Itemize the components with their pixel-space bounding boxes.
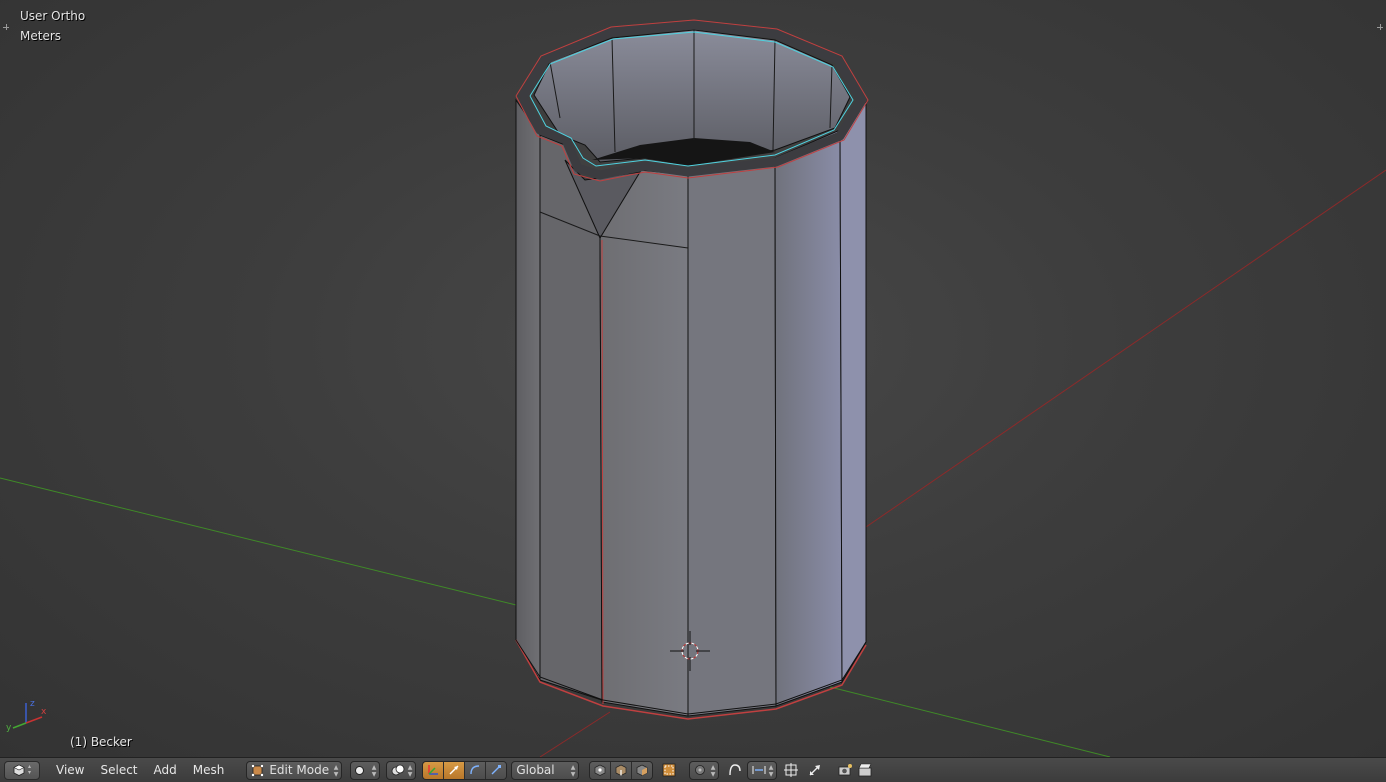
area-split-corner-right[interactable] <box>1377 24 1383 30</box>
manipulator-group <box>422 760 508 780</box>
axis-gizmo-icon: z x y <box>6 699 47 733</box>
dropdown-arrows-icon: ▲ ▼ <box>407 763 413 778</box>
mode-label: Edit Mode <box>269 763 330 777</box>
x-axis-line-bottom <box>539 711 611 757</box>
vertex-select-button[interactable] <box>590 761 612 779</box>
falloff-button[interactable] <box>725 761 745 780</box>
translate-button[interactable] <box>444 761 466 779</box>
object-name-label: (1) Becker <box>70 735 132 749</box>
viewport-header: ▴ ▾ View Select Add Mesh Edit Mode ▲ ▼ ▲ ▼ … <box>0 757 1386 782</box>
y-axis-line-right <box>829 686 1111 757</box>
manipulator-toggle-button[interactable] <box>423 761 445 779</box>
mesh-face-front-right <box>687 157 777 717</box>
dropdown-arrows-icon: ▲ ▼ <box>333 763 339 778</box>
face-select-button[interactable] <box>632 761 653 779</box>
face-select-icon <box>636 764 648 776</box>
snap-element-icon <box>752 766 766 774</box>
falloff-icon <box>729 764 742 776</box>
menu-add[interactable]: Add <box>146 761 185 780</box>
snap-magnet-icon <box>809 765 821 776</box>
render-button[interactable] <box>835 761 855 780</box>
scene-canvas[interactable] <box>0 0 1386 757</box>
rotate-button[interactable] <box>465 761 487 779</box>
rotate-icon <box>470 765 480 775</box>
y-axis-line <box>0 477 521 607</box>
svg-text:z: z <box>30 699 35 709</box>
3d-viewport[interactable]: User Ortho Meters (1) Becker z x y <box>0 0 1386 757</box>
edit-mode-icon <box>251 763 265 777</box>
mesh-face-far-right <box>839 98 867 684</box>
menu-select[interactable]: Select <box>92 761 145 780</box>
render-icon <box>838 764 853 776</box>
pivot-point-dropdown[interactable]: ▲ ▼ <box>386 760 417 780</box>
x-axis-line <box>865 169 1386 528</box>
3d-view-icon <box>13 764 25 776</box>
pivot-point-icon <box>391 764 405 776</box>
dropdown-arrows-icon: ▲ ▼ <box>768 763 774 778</box>
vertex-select-icon <box>594 764 606 776</box>
beaker-mesh[interactable] <box>515 19 869 720</box>
menu-mesh[interactable]: Mesh <box>185 761 233 780</box>
snap-magnet-button[interactable] <box>805 761 825 780</box>
mode-dropdown[interactable]: Edit Mode ▲ ▼ <box>246 760 343 780</box>
transform-orientation-dropdown[interactable]: Global ▲ ▼ <box>511 760 580 780</box>
edge-select-button[interactable] <box>611 761 633 779</box>
area-split-corner-left[interactable] <box>3 24 9 30</box>
menu-view[interactable]: View <box>48 761 92 780</box>
svg-text:y: y <box>6 723 12 733</box>
occlude-geometry-button[interactable] <box>659 761 679 780</box>
snap-target-icon <box>784 763 799 777</box>
mesh-face-left <box>515 98 541 682</box>
proportional-editing-icon <box>695 765 706 775</box>
editor-type-selector[interactable]: ▴ ▾ <box>4 760 40 780</box>
select-mode-group <box>589 760 654 780</box>
scale-icon <box>491 765 502 775</box>
manipulator-toggle-icon <box>428 765 439 775</box>
snap-element-dropdown[interactable]: ▲ ▼ <box>747 760 778 780</box>
dropdown-arrows-icon: ▲ ▼ <box>371 763 377 778</box>
edge-select-icon <box>615 764 627 776</box>
mesh-face-right <box>774 129 843 707</box>
translate-icon <box>449 765 459 775</box>
scale-button[interactable] <box>486 761 507 779</box>
render-animation-button[interactable] <box>855 761 875 780</box>
view-name-label: User Ortho <box>20 9 86 23</box>
mesh-face-front <box>599 169 689 717</box>
proportional-editing-dropdown[interactable]: ▲ ▼ <box>689 760 720 780</box>
svg-text:x: x <box>41 707 47 717</box>
dropdown-arrows-icon: ▲ ▼ <box>570 763 576 778</box>
render-animation-icon <box>858 763 872 777</box>
dropdown-arrows-icon: ▲ ▼ <box>710 763 716 778</box>
orientation-label: Global <box>516 763 555 777</box>
units-label: Meters <box>20 29 62 43</box>
snap-target-button[interactable] <box>781 761 801 780</box>
solid-sphere-icon <box>355 765 365 775</box>
occlude-geometry-icon <box>662 763 676 777</box>
viewport-shading-dropdown[interactable]: ▲ ▼ <box>350 760 381 780</box>
